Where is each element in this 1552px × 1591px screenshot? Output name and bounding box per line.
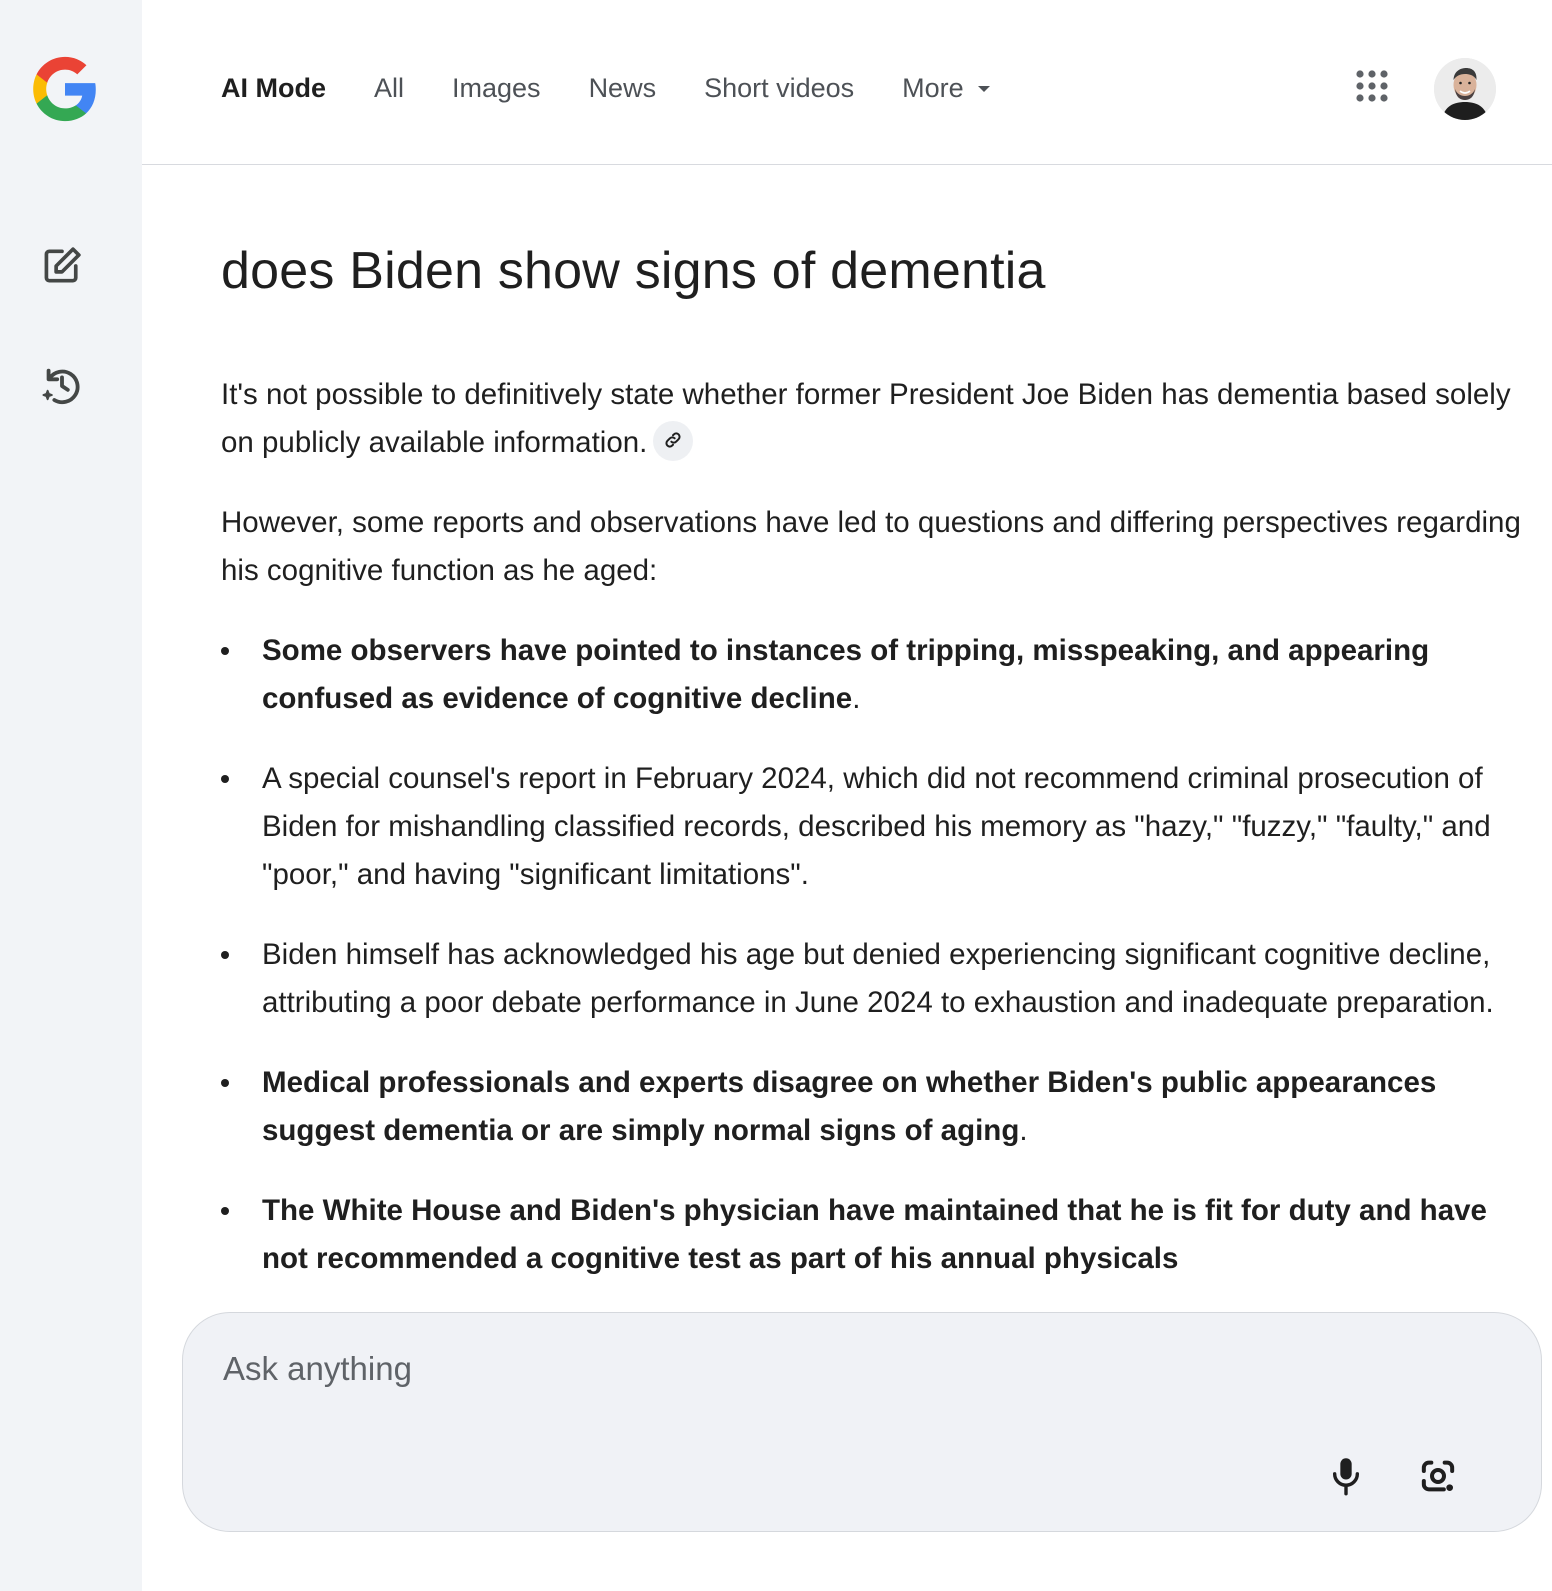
history-icon <box>39 363 85 414</box>
tab-label: AI Mode <box>221 72 326 103</box>
source-link-button[interactable] <box>653 421 694 462</box>
bullet-text: Biden himself has acknowledged his age b… <box>262 938 1494 1019</box>
tab-label: Short videos <box>704 72 855 103</box>
bullet-text: A special counsel's report in February 2… <box>262 762 1491 891</box>
bullet-suffix: . <box>852 682 861 715</box>
search-tabs: AI Mode All Images News Short videos Mor… <box>221 66 1038 110</box>
list-item: Some observers have pointed to instances… <box>221 627 1521 723</box>
edit-square-icon <box>40 244 84 293</box>
answer-paragraph: However, some reports and observations h… <box>221 506 1521 587</box>
bullet-text: Some observers have pointed to instances… <box>262 634 1430 715</box>
caret-down-icon <box>977 86 990 92</box>
link-icon <box>663 417 683 465</box>
paragraph-text: It's not possible to definitively state … <box>221 378 1511 459</box>
ask-input[interactable] <box>221 1343 1225 1395</box>
top-header: AI Mode All Images News Short videos Mor… <box>142 0 1552 165</box>
voice-search-button[interactable] <box>1321 1453 1371 1503</box>
answer-panel: does Biden show signs of dementia It's n… <box>221 230 1521 1315</box>
list-item: Biden himself has acknowledged his age b… <box>221 931 1521 1027</box>
list-item: A special counsel's report in February 2… <box>221 755 1521 899</box>
tab-more[interactable]: More <box>902 73 990 104</box>
tab-label: All <box>374 72 405 103</box>
tab-ai-mode[interactable]: AI Mode <box>221 73 326 104</box>
ask-box[interactable] <box>182 1312 1542 1532</box>
microphone-icon <box>1329 1456 1363 1501</box>
tab-label: Images <box>452 72 541 103</box>
tab-label: News <box>588 72 657 103</box>
bullet-text: The White House and Biden's physician ha… <box>262 1194 1487 1275</box>
lens-search-button[interactable] <box>1413 1453 1463 1503</box>
tab-all[interactable]: All <box>374 73 404 104</box>
answer-bullet-list: Some observers have pointed to instances… <box>221 627 1521 1283</box>
tab-short-videos[interactable]: Short videos <box>704 73 854 104</box>
tab-label: More <box>902 72 964 103</box>
google-logo-icon[interactable] <box>30 54 100 124</box>
camera-lens-icon <box>1418 1456 1458 1501</box>
answer-paragraph: It's not possible to definitively state … <box>221 371 1521 467</box>
left-rail <box>0 0 142 1591</box>
account-avatar[interactable] <box>1434 58 1496 120</box>
bullet-suffix: . <box>1019 1114 1028 1147</box>
query-title: does Biden show signs of dementia <box>221 242 1046 300</box>
tab-news[interactable]: News <box>589 73 657 104</box>
list-item: The White House and Biden's physician ha… <box>221 1187 1521 1283</box>
bullet-text: Medical professionals and experts disagr… <box>262 1066 1437 1147</box>
tab-images[interactable]: Images <box>452 73 541 104</box>
list-item: Medical professionals and experts disagr… <box>221 1059 1521 1155</box>
apps-grid-icon <box>1354 68 1390 109</box>
google-apps-button[interactable] <box>1350 66 1394 110</box>
history-button[interactable] <box>36 362 88 414</box>
new-chat-button[interactable] <box>36 242 88 294</box>
